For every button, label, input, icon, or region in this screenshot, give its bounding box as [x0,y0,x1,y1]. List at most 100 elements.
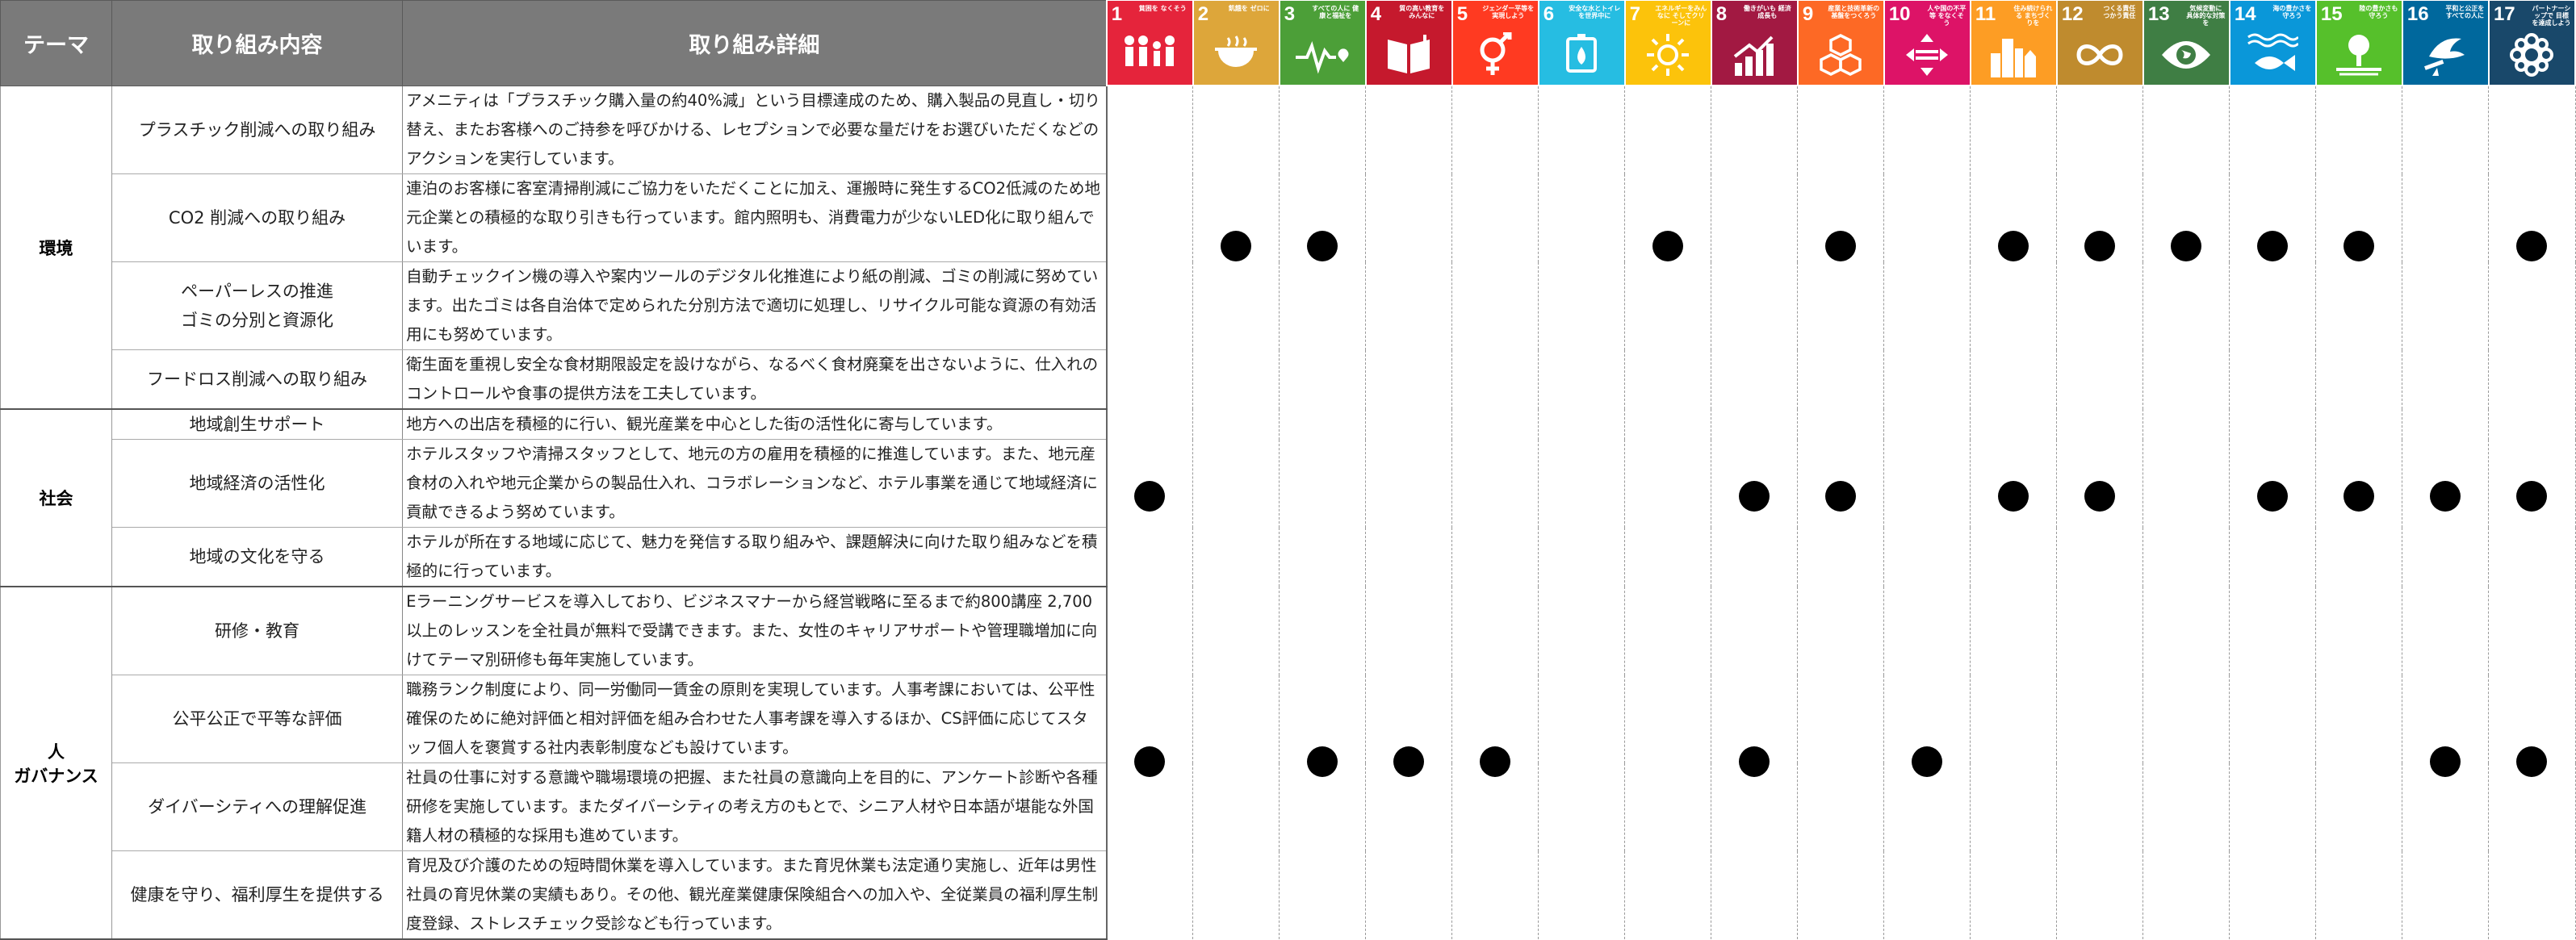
sdg-16-mark-cell [2402,86,2490,409]
sdg-7-mark-cell [1624,587,1712,939]
equality-icon [1885,30,1970,80]
activity-cell: 地域創生サポート [111,408,404,440]
growth-icon [1712,30,1797,80]
sdg-contribution-dot [1998,230,2029,261]
sdg-number: 13 [2147,2,2170,25]
sdg-16-mark-cell [2402,587,2490,939]
sdg-number: 2 [1197,2,1209,25]
header-activity: 取り組み内容 [111,0,404,86]
sdg-number: 6 [1543,2,1555,25]
sdg-tile: 6 安全な水とトイレ を世界中に [1539,0,1624,85]
sdg-10-mark-cell [1883,86,1971,409]
sdg-11-mark-cell [1970,409,2058,587]
sdg-13-mark-cell [2142,587,2230,939]
sdg-7-mark-cell [1624,86,1712,409]
sdg-7-mark-cell [1624,409,1712,587]
sun-icon [1626,30,1711,80]
sdg-goal-8-header: 8 働きがいも 経済成長も [1710,0,1799,86]
sdg-1-mark-cell [1106,409,1194,587]
activity-cell: 研修・教育 [111,586,404,675]
sdg-contribution-dot [1825,230,1857,261]
sdg-goal-3-header: 3 すべての人に 健康と福祉を [1278,0,1367,86]
sdg-number: 15 [2320,2,2343,25]
sdg-8-mark-cell [1711,409,1799,587]
sdg-tile: 13 気候変動に 具体的な対策を [2143,0,2229,85]
sdg-label: 住み続けられる まちづくりを [2013,4,2053,27]
sdg-5-mark-cell [1451,587,1539,939]
sdg-number: 8 [1715,2,1728,25]
detail-cell: ホテルスタッフや清掃スタッフとして、地元の方の雇用を積極的に推進しています。また… [402,439,1108,528]
sdg-label: 産業と技術革新の 基盤をつくろう [1828,4,1880,19]
sdg-contribution-dot [1998,481,2029,512]
sdg-12-mark-cell [2056,409,2144,587]
sdg-contribution-dot [2516,481,2548,512]
sdg-14-mark-cell [2229,587,2317,939]
table-row: 社会 地域創生サポート 地方への出店を積極的に行い、観光産業を中心とした街の活性化に… [0,408,2576,587]
sdg-contribution-dot [2516,230,2548,261]
activity-cell: 地域の文化を守る [111,527,404,587]
sdg-14-mark-cell [2229,86,2317,409]
sdg-goal-12-header: 12 つくる責任 つかう責任 [2055,0,2144,86]
sdg-tile: 16 平和と公正を すべての人に [2402,0,2488,85]
sdg-contribution-dot [1307,230,1338,261]
sdg-number: 7 [1629,2,1641,25]
theme-cell: 環境 [0,86,113,410]
sdg-tile: 12 つくる責任 つかう責任 [2057,0,2142,85]
sdg-2-mark-cell [1192,587,1280,939]
sdg-14-mark-cell [2229,409,2317,587]
water-icon [1539,30,1624,80]
sdg-tile: 8 働きがいも 経済成長も [1711,0,1797,85]
sdg-15-mark-cell [2315,86,2403,409]
sdg-tile: 1 貧困を なくそう [1107,0,1192,85]
sdg-11-mark-cell [1970,587,2058,939]
activity-cell: ペーパーレスの推進 ゴミの分別と資源化 [111,261,404,350]
sdg-contribution-dot [2084,230,2116,261]
sdg-label: 平和と公正を すべての人に [2445,4,2485,19]
book-icon [1367,30,1451,80]
sdg-contribution-dot [1825,481,1857,512]
sdg-tile: 5 ジェンダー平等を 実現しよう [1452,0,1538,85]
sdg-goal-7-header: 7 エネルギーをみんなに そしてクリーンに [1623,0,1712,86]
detail-cell: 連泊のお客様に客室清掃削減にご協力をいただくことに加え、運搬時に発生するCO2低… [402,173,1108,262]
sdg-goal-9-header: 9 産業と技術革新の 基盤をつくろう [1796,0,1885,86]
sdg-4-mark-cell [1365,587,1453,939]
sdg-label: エネルギーをみんなに そしてクリーンに [1655,4,1707,27]
sdg-12-mark-cell [2056,86,2144,409]
sdg-contribution-dot [2171,230,2202,261]
sdg-6-mark-cell [1538,587,1626,939]
heartbeat-icon [1280,30,1365,80]
sdg-3-mark-cell [1279,409,1367,587]
table-row: 環境 プラスチック削減への取り組み アメニティは「プラスチック購入量の約40%減」と… [0,86,2576,410]
sdg-goal-13-header: 13 気候変動に 具体的な対策を [2142,0,2230,86]
people-icon [1108,30,1192,80]
sdg-contribution-dot [1480,746,1511,777]
sdg-contribution-dot [1739,746,1770,777]
sdg-label: 陸の豊かさも 守ろう [2359,4,2398,19]
theme-cell: 社会 [0,409,113,587]
sdg-label: 安全な水とトイレ を世界中に [1569,4,1621,19]
sdg-contribution-dot [1221,230,1252,261]
sdg-9-mark-cell [1797,86,1885,409]
detail-cell: 職務ランク制度により、同一労働同一賃金の原則を実現しています。人事考課においては… [402,675,1108,763]
sdg-contribution-dot [1307,746,1338,777]
sdg-15-mark-cell [2315,409,2403,587]
sdg-10-mark-cell [1883,587,1971,939]
sdg-label: 海の豊かさを 守ろう [2272,4,2312,19]
cubes-icon [1799,30,1883,80]
gender-icon [1453,30,1538,80]
sdg-number: 11 [1975,2,1996,25]
sdg-11-mark-cell [1970,86,2058,409]
tree-icon [2317,30,2402,80]
sdg-3-mark-cell [1279,86,1367,409]
sdg-goal-15-header: 15 陸の豊かさも 守ろう [2314,0,2403,86]
sdg-number: 14 [2234,2,2256,25]
sdg-17-mark-cell [2488,86,2576,409]
sdg-8-mark-cell [1711,587,1799,939]
sdg-number: 16 [2406,2,2429,25]
detail-cell: 地方への出店を積極的に行い、観光産業を中心とした街の活性化に寄与しています。 [402,408,1108,440]
sdg-2-mark-cell [1192,409,1280,587]
bowl-icon [1194,30,1279,80]
dove-icon [2403,30,2488,80]
sdg-contribution-dot [1134,481,1166,512]
sdg-2-mark-cell [1192,86,1280,409]
